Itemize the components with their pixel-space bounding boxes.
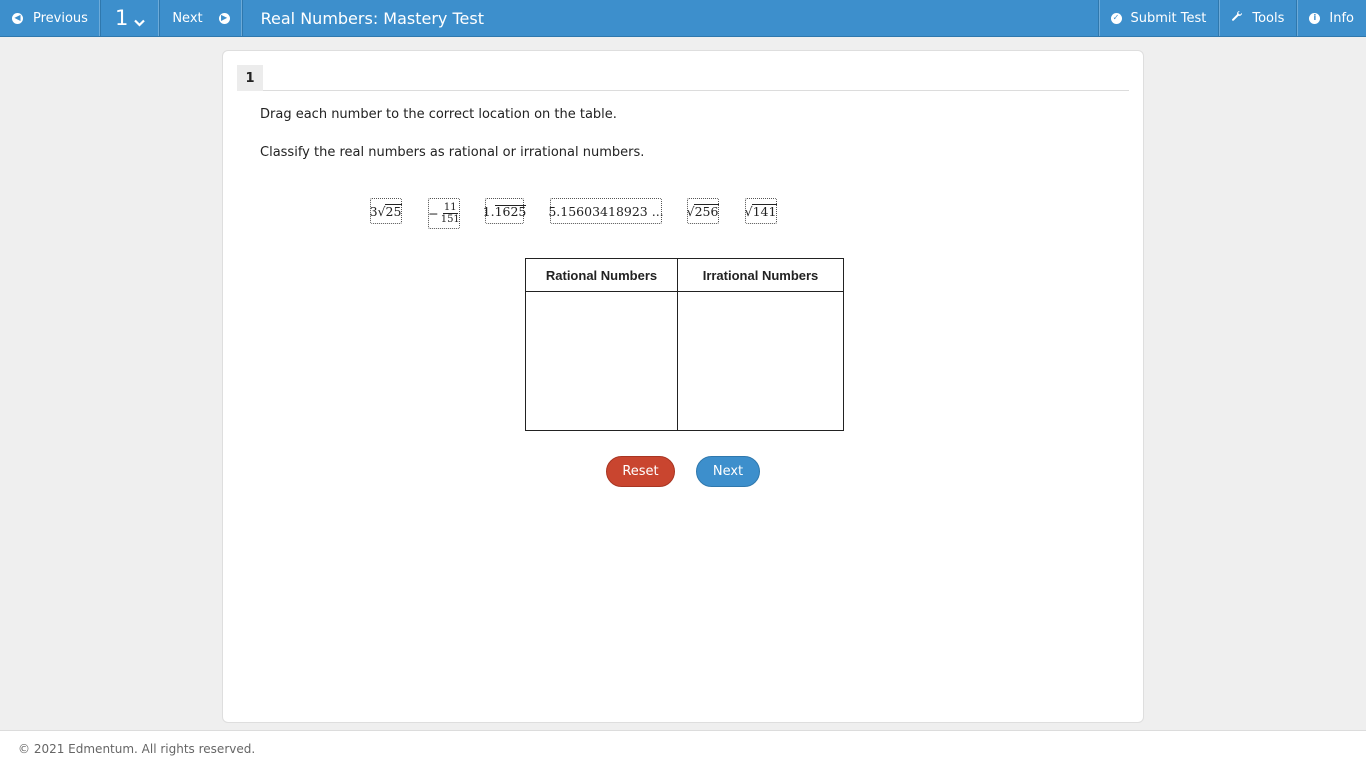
- tile-3-sqrt-25[interactable]: 3 √ 25: [369, 198, 403, 224]
- fraction-numerator: 11: [442, 202, 458, 214]
- tile-sqrt-141[interactable]: √ 141: [745, 198, 778, 224]
- question-number: 1: [114, 6, 129, 30]
- arrow-left-icon: ◀: [12, 12, 23, 24]
- chevron-down-icon: [134, 12, 146, 31]
- copyright-text: © 2021 Edmentum. All rights reserved.: [18, 742, 256, 756]
- tile-3-sqrt-25-radicand: 25: [384, 204, 403, 219]
- tile-nonterminating-decimal[interactable]: 5.15603418923 ...: [548, 198, 664, 224]
- instruction-classify: Classify the real numbers as rational or…: [260, 145, 645, 160]
- tools-button[interactable]: Tools: [1218, 0, 1296, 36]
- tile-neg-fraction-sign: −: [428, 206, 439, 221]
- submit-label: Submit Test: [1130, 10, 1207, 26]
- tile-sqrt-256[interactable]: √ 256: [687, 198, 720, 224]
- wrench-icon: [1231, 10, 1243, 26]
- info-button[interactable]: i Info: [1296, 0, 1366, 36]
- footer: © 2021 Edmentum. All rights reserved.: [0, 730, 1366, 768]
- top-bar: ◀ Previous 1 Next ▶ Real Numbers: Master…: [0, 0, 1366, 37]
- tile-nonterminating-decimal-text: 5.15603418923 ...: [548, 203, 664, 219]
- info-label: Info: [1329, 10, 1354, 26]
- check-circle-icon: ✓: [1110, 12, 1122, 24]
- tile-sqrt-141-radicand: 141: [751, 204, 778, 219]
- previous-button[interactable]: ◀ Previous: [0, 0, 101, 36]
- instruction-drag: Drag each number to the correct location…: [260, 107, 617, 122]
- tools-label: Tools: [1252, 10, 1285, 26]
- fraction: 11 151: [441, 202, 460, 225]
- tile-3-sqrt-25-coef: 3: [369, 203, 378, 219]
- page-title: Real Numbers: Mastery Test: [260, 8, 484, 28]
- tile-neg-11-over-151[interactable]: − 11 151: [428, 198, 460, 229]
- question-card: 1 Drag each number to the correct locati…: [222, 50, 1144, 723]
- tile-sqrt-256-radicand: 256: [693, 204, 720, 219]
- classification-table: Rational Numbers Irrational Numbers: [525, 258, 844, 431]
- arrow-right-icon: ▶: [218, 12, 230, 24]
- tile-repeating-decimal-digits: 1625: [494, 203, 527, 219]
- submit-test-button[interactable]: ✓ Submit Test: [1097, 0, 1219, 36]
- tile-repeating-decimal-whole: 1.: [482, 203, 495, 219]
- header-rational: Rational Numbers: [525, 258, 678, 292]
- header-irrational: Irrational Numbers: [677, 258, 844, 292]
- previous-label: Previous: [33, 10, 88, 26]
- drop-zone-rational[interactable]: [525, 291, 678, 431]
- next-label: Next: [172, 10, 203, 26]
- question-tab-1[interactable]: 1: [237, 65, 263, 91]
- tile-repeating-decimal[interactable]: 1. 1625: [482, 198, 527, 224]
- info-icon: i: [1309, 12, 1321, 24]
- next-question-button[interactable]: Next ▶: [160, 0, 243, 36]
- next-button[interactable]: Next: [696, 456, 760, 487]
- question-tabs: 1: [237, 65, 1129, 91]
- drop-zone-irrational[interactable]: [677, 291, 844, 431]
- question-selector[interactable]: 1: [101, 0, 161, 36]
- reset-button[interactable]: Reset: [606, 456, 675, 487]
- fraction-denominator: 151: [440, 214, 460, 225]
